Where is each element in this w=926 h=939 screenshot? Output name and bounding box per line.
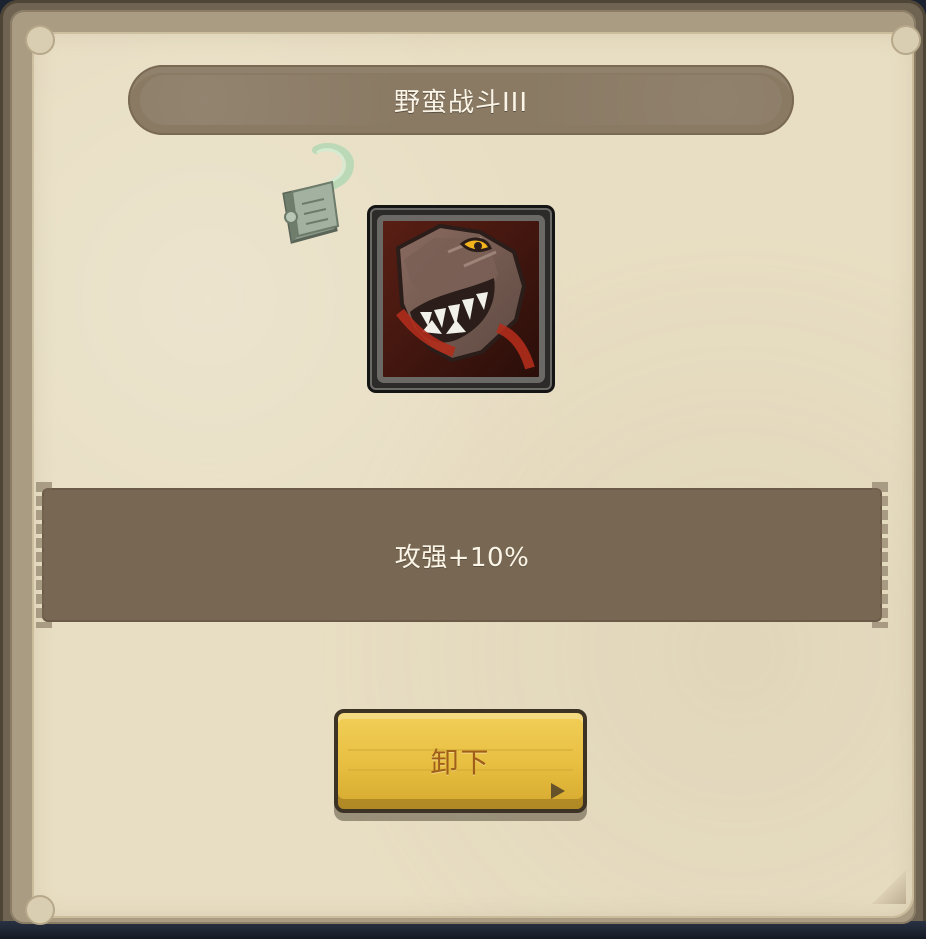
corner-ornament-top-right [891, 25, 921, 55]
paper-curl [872, 870, 906, 904]
effect-description: 攻强+10% [36, 482, 888, 628]
button-corner-arrow-icon [551, 783, 565, 799]
title-banner: 野蛮战斗III [128, 65, 794, 135]
corner-ornament-top-left [25, 25, 55, 55]
unequip-button[interactable]: 卸下 [334, 709, 587, 813]
corner-ornament-bottom-left [25, 895, 55, 925]
dialog-title: 野蛮战斗III [393, 87, 528, 118]
wolf-skill-icon[interactable] [370, 208, 552, 390]
spellbook-icon[interactable] [258, 142, 368, 254]
unequip-button-label: 卸下 [430, 746, 491, 779]
